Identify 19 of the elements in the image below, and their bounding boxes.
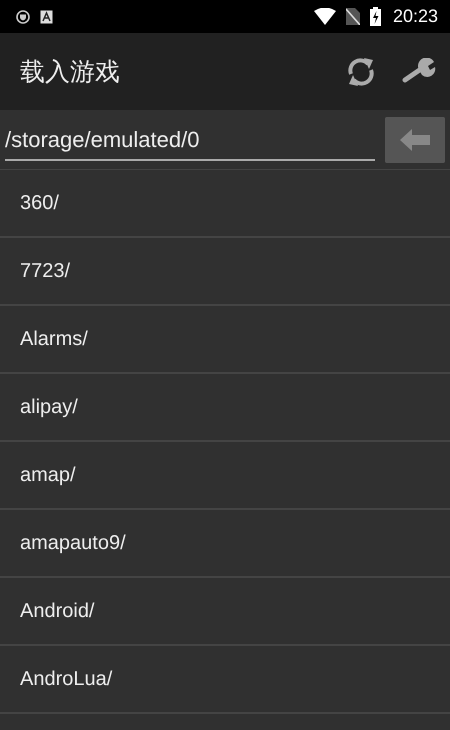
battery-charging-icon xyxy=(370,7,381,26)
folder-list-item[interactable]: 7723/ xyxy=(0,238,450,306)
wrench-icon[interactable] xyxy=(402,58,436,86)
folder-list-item[interactable]: amap/ xyxy=(0,442,450,510)
refresh-icon[interactable] xyxy=(346,56,376,88)
screen-title: 载入游戏 xyxy=(20,56,120,88)
folder-list-item[interactable]: 360/ xyxy=(0,170,450,238)
wifi-icon xyxy=(314,8,336,25)
path-input-field[interactable]: /storage/emulated/0 xyxy=(5,122,375,160)
shield-icon xyxy=(16,10,30,24)
folder-list-item[interactable]: amapauto9/ xyxy=(0,510,450,578)
clock-time: 20:23 xyxy=(392,6,438,27)
folder-list-item[interactable]: AndroLua/ xyxy=(0,646,450,714)
left-arrow-icon xyxy=(400,128,430,152)
notification-icon xyxy=(40,10,53,24)
folder-list-item[interactable]: alipay/ xyxy=(0,374,450,442)
folder-list-item[interactable]: Alarms/ xyxy=(0,306,450,374)
folder-list-item[interactable]: Android/ xyxy=(0,578,450,646)
no-sim-icon xyxy=(346,8,360,25)
